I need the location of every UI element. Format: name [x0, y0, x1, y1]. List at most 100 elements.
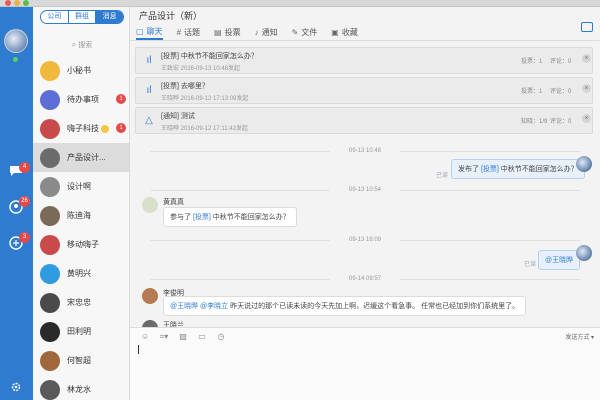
history-clock-icon[interactable]: ◷	[214, 332, 228, 342]
conversation-item[interactable]: 黄明兴	[33, 259, 129, 288]
notice-count: 知晓：1/9	[521, 119, 548, 125]
message-text: 参与了	[170, 214, 191, 221]
avatar	[40, 234, 60, 255]
tab-1[interactable]: # 话题	[177, 24, 200, 40]
tab-icon: #	[176, 27, 182, 37]
message-text: 中秋节不能回家怎么办？	[500, 166, 578, 173]
pinned-notice[interactable]: ıl [投票] 中秋节不能回家怎么办？ 王致宏 2016-09-13 10:48发起…	[135, 47, 593, 74]
conversation-item[interactable]: 设计啊	[33, 172, 129, 201]
notice-title: [通知] 测试	[161, 113, 195, 120]
unread-badge: 1	[116, 94, 126, 104]
close-icon[interactable]: ×	[582, 114, 591, 123]
time-separator: 09-14 09:57	[130, 276, 600, 282]
conversation-item[interactable]: 小秘书	[33, 56, 129, 85]
conversation-name: 产品设计...	[67, 153, 106, 162]
minimize-window-button[interactable]	[14, 0, 20, 6]
time-separator: 09-13 10:54	[130, 187, 600, 193]
segment-messages[interactable]: 消息	[96, 11, 123, 23]
conversation-item[interactable]: 移动嗨子	[33, 230, 129, 259]
vote-tag-link[interactable]: [投票]	[481, 166, 499, 173]
conversation-name: 田利明	[67, 327, 91, 336]
conversation-panel: 公司 群组 消息 ⌕ 搜索 小秘书待办事项 1 嗨子科技 1 产品设计... 设计啊陈迪海移…	[33, 7, 130, 400]
bar-chart-icon: ıl	[146, 85, 152, 96]
conversation-name: 设计啊	[67, 182, 91, 191]
tab-3[interactable]: ♪ 通知	[255, 24, 278, 40]
notice-comments: 评论：0	[550, 89, 572, 95]
conversation-name: 林龙水	[67, 385, 91, 394]
screenshot-icon[interactable]: ⌗▾	[157, 332, 171, 342]
conversation-list: 小秘书待办事项 1 嗨子科技 1 产品设计... 设计啊陈迪海 移动嗨子 黄明兴 宋忠忠田利明何…	[33, 56, 129, 400]
send-mode-dropdown[interactable]: 发送方式 ▾	[565, 332, 594, 341]
message-bubble[interactable]: @王晓晔 @李晓立 昨天说过的那个已读未读的今天先加上啊，迟缓这个看急事。 任常…	[163, 296, 527, 316]
mention-link[interactable]: @王晓晔	[545, 257, 573, 264]
avatar[interactable]	[142, 288, 158, 304]
avatar[interactable]	[576, 245, 592, 261]
pinned-notice[interactable]: △ [通知] 测试王晓晔 2016-09-12 17:11:42发起 知晓：1/9 评…	[135, 107, 593, 134]
avatar[interactable]	[142, 197, 158, 213]
maximize-window-button[interactable]	[23, 0, 29, 6]
conversation-name: 嗨子科技	[67, 124, 99, 133]
composer-toolbar: ☺ ⌗▾ ▨ ▭ ◷	[138, 332, 233, 342]
image-icon[interactable]: ▨	[176, 332, 190, 342]
smiley-icon	[101, 124, 109, 133]
conversation-item[interactable]: 待办事项 1	[33, 85, 129, 114]
message-bubble[interactable]: 参与了 [投票] 中秋节不能回家怎么办？	[163, 207, 297, 227]
tab-icon: ♪	[254, 27, 259, 37]
search-input[interactable]: ⌕ 搜索	[40, 39, 124, 51]
time-separator: 09-13 16:09	[130, 237, 600, 243]
notice-comments: 评论：0	[550, 119, 572, 125]
conversation-item[interactable]: 陈迪海	[33, 201, 129, 230]
tab-label: 话题	[184, 27, 201, 37]
conversation-item[interactable]: 田利明	[33, 317, 129, 346]
segment-company[interactable]: 公司	[41, 11, 69, 23]
online-status-dot	[13, 57, 18, 62]
message-bubble[interactable]: 发布了 [投票] 中秋节不能回家怎么办？	[451, 159, 585, 179]
avatar	[40, 60, 60, 81]
message-composer[interactable]: ☺ ⌗▾ ▨ ▭ ◷ 发送方式 ▾	[130, 327, 600, 400]
tab-2[interactable]: ▤ 投票	[214, 24, 241, 40]
conversation-item[interactable]: 嗨子科技 1	[33, 114, 129, 143]
sender-name: 黄真真	[163, 199, 184, 206]
bell-icon: △	[145, 115, 153, 126]
avatar[interactable]	[576, 156, 592, 172]
pinned-notice[interactable]: ıl [投票] 去哪里？ 王晓晔 2016-09-12 17:13:09发起 投票：1…	[135, 77, 593, 104]
search-icon: ⌕	[71, 40, 77, 49]
notice-meta: 王晓晔 2016-09-12 17:13:09发起	[161, 96, 249, 102]
close-icon[interactable]: ×	[582, 84, 591, 93]
avatar	[40, 379, 60, 400]
message-text: 发布了	[458, 166, 479, 173]
tab-5[interactable]: ▣ 收藏	[331, 24, 358, 40]
avatar	[40, 263, 60, 284]
vote-tag-link[interactable]: [投票]	[193, 214, 211, 221]
notice-meta: 王致宏 2016-09-13 10:48发起	[161, 66, 241, 72]
chat-main: 产品设计（新） ▢ 聊天 # 话题 ▤ 投票 ♪ 通知 ✎ 文件 ▣ 收藏 ıl [投票] 中秋节不能回…	[130, 7, 600, 400]
avatar	[40, 118, 60, 139]
read-status: 已读	[436, 173, 449, 179]
conversation-name: 小秘书	[67, 66, 91, 75]
conversation-item[interactable]: 产品设计...	[33, 143, 129, 172]
avatar	[40, 292, 60, 313]
folder-icon[interactable]: ▭	[195, 332, 209, 342]
tab-label: 投票	[224, 27, 241, 37]
conversation-item[interactable]: 何智超	[33, 346, 129, 375]
my-avatar[interactable]	[4, 29, 28, 53]
avatar	[40, 176, 60, 197]
conversation-name: 待办事项	[67, 95, 99, 104]
notice-count: 投票：1	[521, 59, 543, 65]
tab-4[interactable]: ✎ 文件	[292, 24, 318, 40]
close-window-button[interactable]	[5, 0, 11, 6]
tab-icon: ▣	[331, 27, 339, 37]
unread-badge: 1	[116, 123, 126, 133]
close-icon[interactable]: ×	[582, 54, 591, 63]
notice-meta: 王晓晔 2016-09-12 17:11:42发起	[161, 126, 248, 132]
message-bubble[interactable]: @王晓晔	[538, 250, 581, 270]
conversation-item[interactable]: 林龙水	[33, 375, 129, 400]
segment-groups[interactable]: 群组	[68, 11, 97, 23]
conversation-item[interactable]: 宋忠忠	[33, 288, 129, 317]
settings-gear-icon[interactable]	[8, 379, 24, 395]
mention-link[interactable]: @王晓晔 @李晓立	[170, 303, 228, 310]
nav-rail: 4 26 3	[0, 7, 33, 400]
time-separator: 09-13 10:48	[130, 148, 600, 154]
emoji-icon[interactable]: ☺	[138, 332, 152, 342]
tab-0[interactable]: ▢ 聊天	[136, 24, 163, 40]
